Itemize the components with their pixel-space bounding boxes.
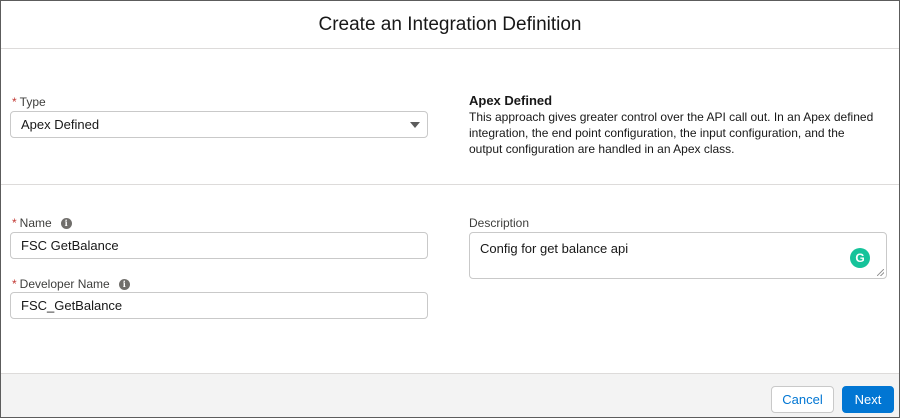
cancel-button[interactable]: Cancel: [771, 386, 834, 413]
type-info-text: This approach gives greater control over…: [469, 110, 874, 156]
developer-name-label: * Developer Name i: [12, 277, 130, 291]
type-label: * Type: [12, 95, 46, 109]
developer-name-input-value: FSC_GetBalance: [21, 298, 123, 313]
required-marker: *: [12, 216, 17, 230]
next-button[interactable]: Next: [842, 386, 894, 413]
name-input[interactable]: FSC GetBalance: [10, 232, 428, 259]
modal-header: Create an Integration Definition: [1, 1, 899, 49]
name-label: * Name i: [12, 216, 72, 230]
developer-name-input[interactable]: FSC_GetBalance: [10, 292, 428, 319]
description-textarea-value: Config for get balance api: [480, 241, 629, 256]
create-integration-modal: Create an Integration Definition * Type …: [0, 0, 900, 418]
grammarly-icon[interactable]: G: [850, 248, 870, 268]
section-divider: [1, 184, 899, 185]
modal-title: Create an Integration Definition: [318, 13, 582, 35]
developer-name-label-text: Developer Name: [19, 277, 110, 291]
info-icon[interactable]: i: [60, 217, 72, 229]
required-marker: *: [12, 277, 17, 291]
type-select-value: Apex Defined: [21, 117, 100, 132]
required-marker: *: [12, 95, 17, 109]
description-textarea[interactable]: Config for get balance api G: [469, 232, 887, 279]
chevron-down-icon: [410, 122, 420, 128]
name-label-text: Name: [19, 216, 52, 230]
description-label-text: Description: [469, 216, 530, 230]
modal-footer: Cancel Next: [1, 373, 899, 417]
info-icon[interactable]: i: [118, 278, 130, 290]
resize-handle-icon[interactable]: [877, 269, 884, 276]
type-select[interactable]: Apex Defined: [10, 111, 428, 138]
description-label: Description: [469, 216, 529, 230]
name-input-value: FSC GetBalance: [21, 238, 119, 253]
type-info-title: Apex Defined: [469, 93, 553, 108]
type-label-text: Type: [19, 95, 46, 109]
